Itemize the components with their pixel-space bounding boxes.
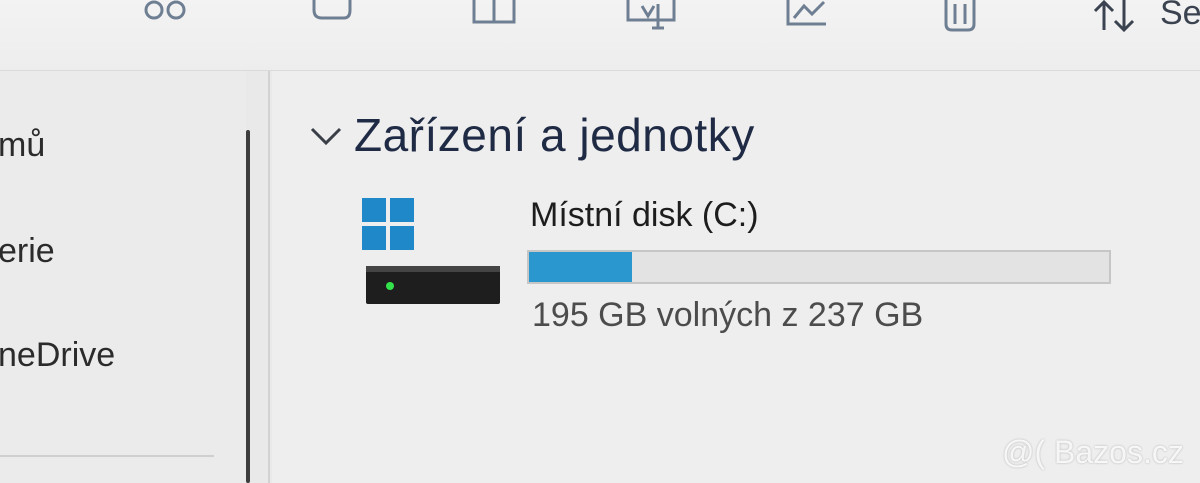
view-icon[interactable] [140,0,192,30]
rename-icon[interactable] [624,0,680,30]
delete-icon[interactable] [940,0,980,32]
drive-c-name[interactable]: Místní disk (C:) [530,196,759,235]
drive-usage-bar [527,250,1111,284]
drive-usage-fill [529,252,632,282]
chevron-down-icon[interactable] [306,115,346,155]
pane-splitter-scrollbar[interactable] [246,130,250,483]
share-icon[interactable] [782,0,832,30]
sort-button-label[interactable]: Se [1160,0,1200,33]
sidebar-item-gallery[interactable]: erie [0,232,55,271]
windows-logo-icon [362,198,414,250]
copy-icon[interactable] [308,0,354,30]
watermark: @( Bazos.cz [1002,434,1184,470]
drive-free-space: 195 GB volných z 237 GB [532,296,924,334]
sort-icon[interactable] [1092,0,1138,33]
paste-icon[interactable] [470,0,518,30]
command-bar: Se [0,0,1200,71]
pane-divider [268,71,270,483]
sidebar-item-onedrive[interactable]: neDrive [0,336,115,375]
group-title: Zařízení a jednotky [354,109,755,161]
drive-c-icon[interactable] [362,198,502,308]
group-header[interactable]: Zařízení a jednotky [306,108,755,162]
sidebar-divider [0,455,214,457]
sidebar-item-home[interactable]: mů [0,126,45,165]
